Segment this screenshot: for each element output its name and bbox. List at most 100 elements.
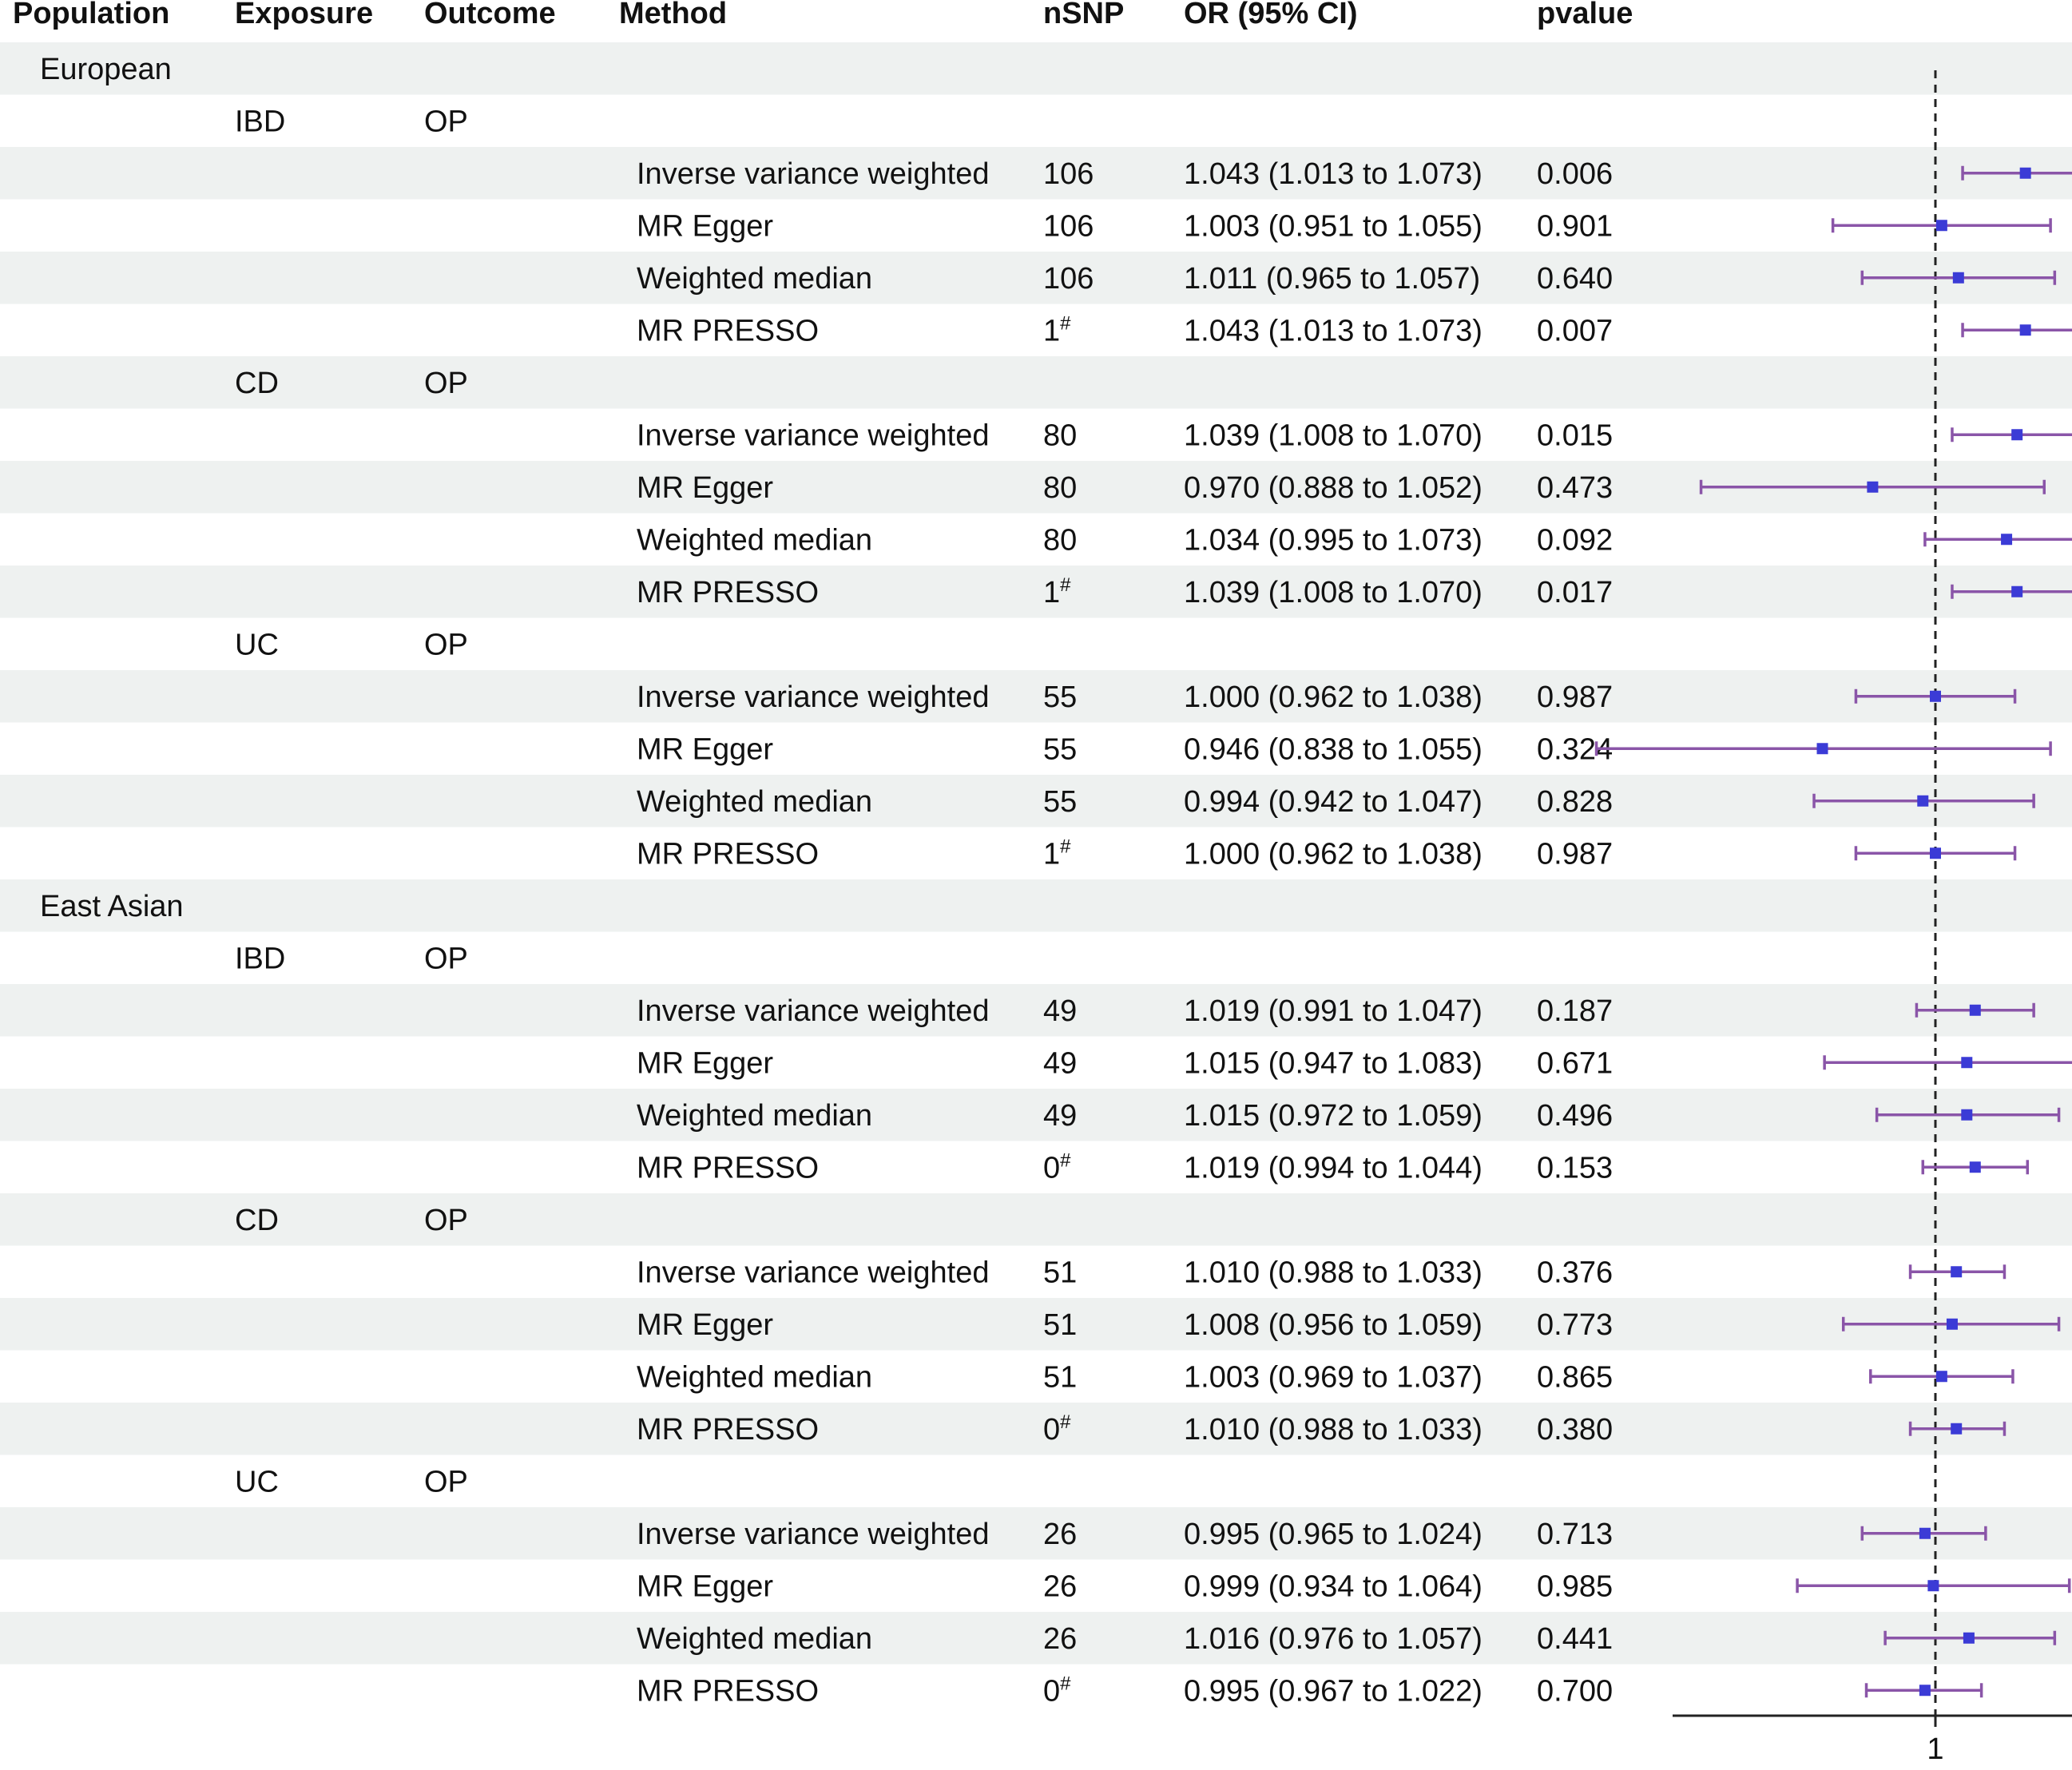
or-ci-value: 0.946 (0.838 to 1.055) [1184,732,1483,766]
outcome-label: OP [424,105,468,138]
pvalue-value: 0.987 [1537,837,1613,871]
header-or-ci: OR (95% CI) [1184,0,1357,30]
or-ci-value: 1.039 (1.008 to 1.070) [1184,576,1483,609]
row-stripe [0,775,2072,827]
nsnp-value: 1# [1043,312,1071,347]
or-ci-value: 1.008 (0.956 to 1.059) [1184,1308,1483,1342]
pvalue-value: 0.640 [1537,262,1613,296]
or-point [1930,847,1941,859]
forest-plot: Population Exposure Outcome Method nSNP OR (9… [0,0,2072,1766]
or-ci-value: 1.000 (0.962 to 1.038) [1184,837,1483,871]
nsnp-value: 80 [1043,419,1077,452]
table-header: Population Exposure Outcome Method nSNP OR (9… [13,0,1633,30]
population-label: European [40,53,172,86]
or-point [1816,743,1828,755]
or-ci-value: 0.994 (0.942 to 1.047) [1184,785,1483,819]
or-point [1935,220,1947,232]
header-pvalue: pvalue [1537,0,1633,30]
or-point [1946,1318,1958,1330]
outcome-label: OP [424,1204,468,1237]
method-label: Inverse variance weighted [637,157,989,191]
or-point [1961,1109,1973,1121]
pvalue-value: 0.828 [1537,785,1613,819]
pvalue-value: 0.007 [1537,314,1613,347]
pvalue-value: 0.380 [1537,1413,1613,1447]
or-point [1930,690,1941,702]
nsnp-number: 0 [1043,1413,1060,1447]
or-ci-value: 0.970 (0.888 to 1.052) [1184,471,1483,505]
nsnp-number: 0 [1043,1674,1060,1708]
outcome-label: OP [424,942,468,975]
or-point [1963,1632,1975,1644]
or-ci-value: 1.015 (0.972 to 1.059) [1184,1099,1483,1133]
row-stripe [0,984,2072,1037]
method-label: MR PRESSO [637,314,819,347]
or-point [1951,1423,1963,1435]
method-label: MR PRESSO [637,837,819,871]
nsnp-footnote-mark: # [1060,1411,1071,1433]
exposure-label: IBD [235,942,285,975]
pvalue-value: 0.473 [1537,471,1613,505]
nsnp-value: 51 [1043,1360,1077,1394]
method-label: Weighted median [637,1360,872,1394]
or-point [2001,534,2013,546]
or-ci-value: 1.011 (0.965 to 1.057) [1184,262,1480,296]
or-ci-value: 0.995 (0.967 to 1.022) [1184,1674,1483,1708]
nsnp-value: 26 [1043,1570,1077,1603]
header-exposure: Exposure [235,0,373,30]
method-label: Weighted median [637,785,872,819]
pvalue-value: 0.153 [1537,1151,1613,1185]
nsnp-footnote-mark: # [1060,835,1071,857]
method-label: Inverse variance weighted [637,994,989,1028]
pvalue-value: 0.865 [1537,1360,1613,1394]
pvalue-value: 0.376 [1537,1256,1613,1289]
or-ci-value: 1.010 (0.988 to 1.033) [1184,1256,1483,1289]
or-ci-value: 1.015 (0.947 to 1.083) [1184,1046,1483,1080]
method-label: MR Egger [637,1308,773,1342]
nsnp-value: 26 [1043,1622,1077,1656]
or-point [1969,1161,1981,1173]
nsnp-number: 1 [1043,314,1060,347]
or-point [1961,1057,1973,1069]
nsnp-value: 51 [1043,1256,1077,1289]
or-point [1919,1527,1931,1539]
row-stripe [0,670,2072,723]
pvalue-value: 0.015 [1537,419,1613,452]
row-stripe [0,42,2072,95]
pvalue-value: 0.985 [1537,1570,1613,1603]
nsnp-footnote-mark: # [1060,1149,1071,1171]
nsnp-value: 51 [1043,1308,1077,1342]
nsnp-footnote-mark: # [1060,312,1071,334]
nsnp-value: 0# [1043,1673,1071,1708]
nsnp-value: 55 [1043,732,1077,766]
method-label: MR PRESSO [637,1151,819,1185]
method-label: Inverse variance weighted [637,1518,989,1551]
row-stripe [0,1403,2072,1455]
header-population: Population [13,0,169,30]
header-outcome: Outcome [424,0,556,30]
exposure-label: UC [235,628,279,661]
or-ci-value: 1.019 (0.994 to 1.044) [1184,1151,1483,1185]
nsnp-value: 55 [1043,681,1077,714]
exposure-label: IBD [235,105,285,138]
method-label: Inverse variance weighted [637,681,989,714]
nsnp-footnote-mark: # [1060,1673,1071,1694]
method-label: Weighted median [637,262,872,296]
method-label: MR PRESSO [637,576,819,609]
or-point [2011,429,2023,441]
or-ci-value: 1.039 (1.008 to 1.070) [1184,419,1483,452]
or-point [1935,1371,1947,1383]
or-ci-value: 1.043 (1.013 to 1.073) [1184,157,1483,191]
outcome-label: OP [424,1465,468,1498]
nsnp-value: 49 [1043,1046,1077,1080]
pvalue-value: 0.901 [1537,209,1613,243]
exposure-label: CD [235,1204,279,1237]
nsnp-value: 106 [1043,157,1094,191]
method-label: MR Egger [637,1046,773,1080]
method-label: MR Egger [637,471,773,505]
population-label: East Asian [40,890,184,923]
pvalue-value: 0.496 [1537,1099,1613,1133]
row-stripe [0,356,2072,409]
or-ci-value: 1.003 (0.951 to 1.055) [1184,209,1483,243]
or-ci-value: 1.016 (0.976 to 1.057) [1184,1622,1483,1656]
